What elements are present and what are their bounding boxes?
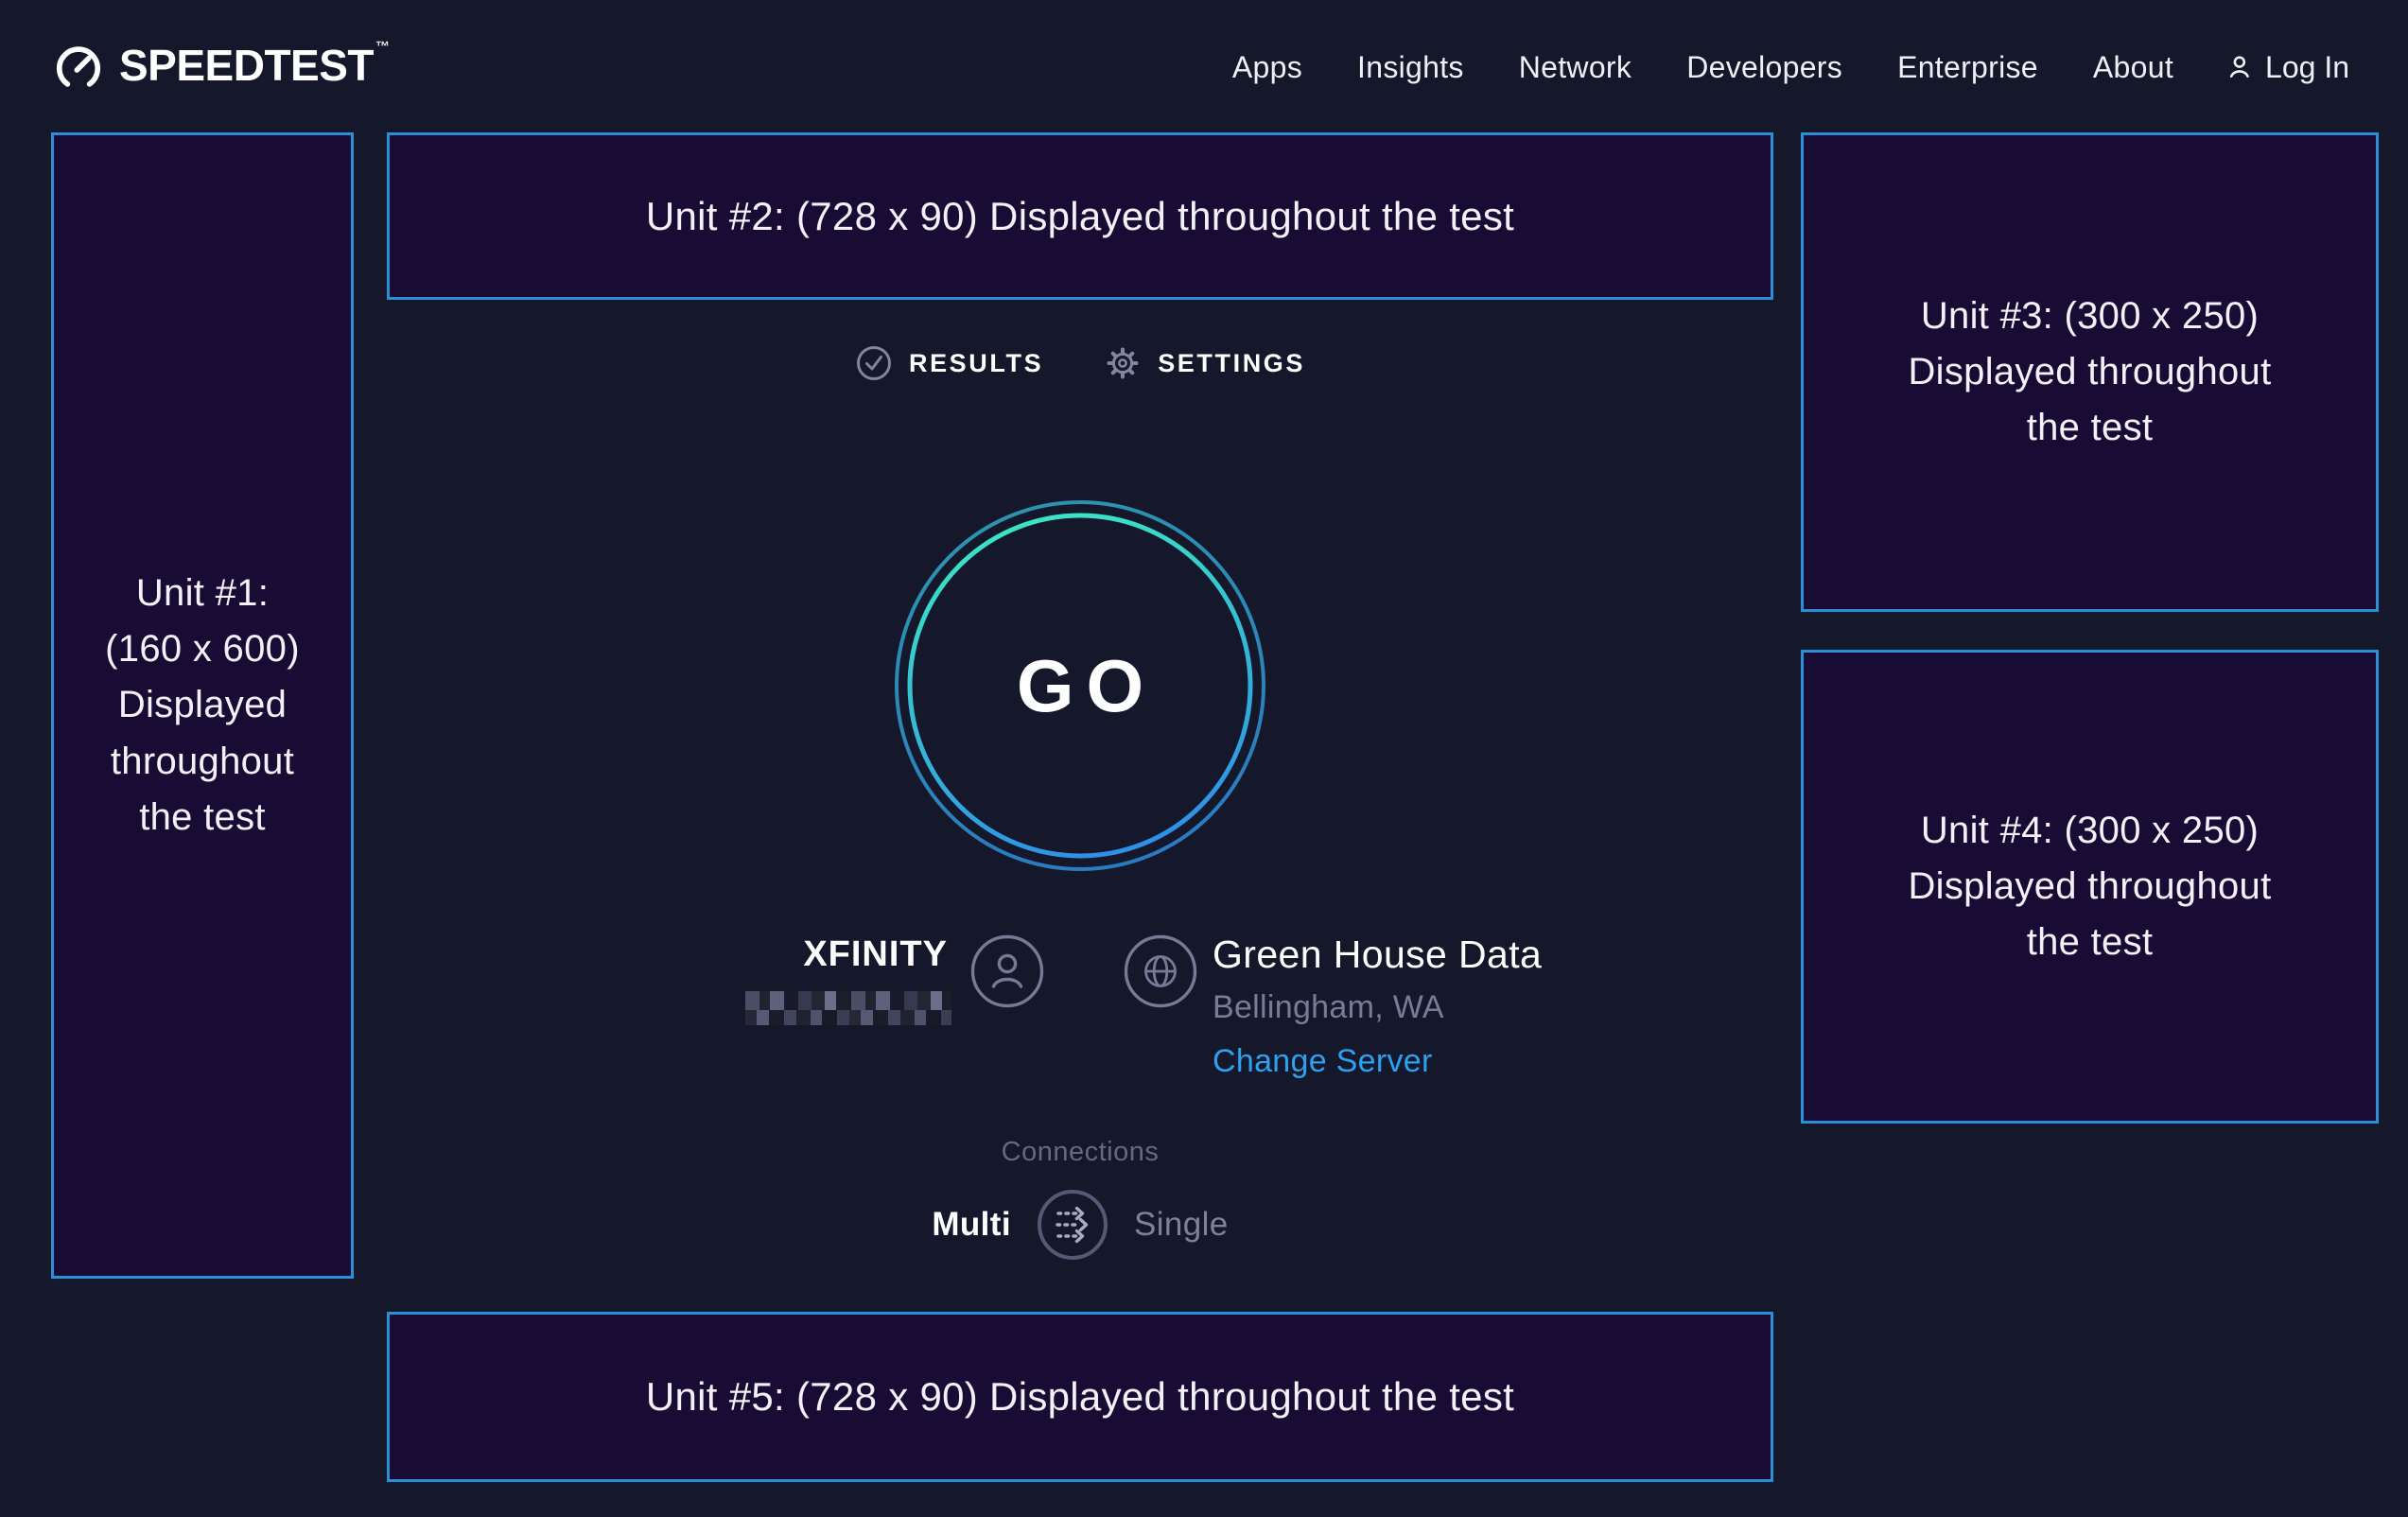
login-label: Log In bbox=[2265, 50, 2349, 85]
connections-single-option[interactable]: Single bbox=[1134, 1206, 1229, 1244]
check-circle-icon bbox=[855, 344, 893, 382]
person-icon bbox=[2228, 55, 2255, 79]
tab-results-label: RESULTS bbox=[909, 349, 1043, 378]
toolbar-tabs: RESULTS SETTINGS bbox=[387, 344, 1773, 382]
server-info: Green House Data Bellingham, WA Change S… bbox=[1213, 933, 1542, 1079]
ad-unit-5-leaderboard: Unit #5: (728 x 90) Displayed throughout… bbox=[387, 1312, 1773, 1482]
ad-unit-4-rectangle: Unit #4: (300 x 250) Displayed throughou… bbox=[1801, 650, 2379, 1124]
tab-results[interactable]: RESULTS bbox=[855, 344, 1043, 382]
ad-unit-5-text: Unit #5: (728 x 90) Displayed throughout… bbox=[646, 1374, 1514, 1420]
nav-item-developers[interactable]: Developers bbox=[1686, 49, 1842, 85]
login-button[interactable]: Log In bbox=[2228, 50, 2349, 85]
brand-name: SPEEDTEST™ bbox=[119, 44, 388, 87]
isp-ip-redacted bbox=[745, 991, 951, 1025]
connections-toggle-icon[interactable] bbox=[1036, 1188, 1109, 1262]
ad-unit-3-rectangle: Unit #3: (300 x 250) Displayed throughou… bbox=[1801, 132, 2379, 612]
ad-unit-1-skyscraper: Unit #1: (160 x 600) Displayed throughou… bbox=[51, 132, 354, 1279]
speedtest-page: SPEEDTEST™ Apps Insights Network Develop… bbox=[0, 0, 2408, 1517]
tab-settings-label: SETTINGS bbox=[1158, 349, 1305, 378]
ad-unit-2-leaderboard: Unit #2: (728 x 90) Displayed throughout… bbox=[387, 132, 1773, 300]
ad-unit-3-text: Unit #3: (300 x 250) Displayed throughou… bbox=[1908, 288, 2271, 457]
nav-item-about[interactable]: About bbox=[2093, 49, 2173, 85]
isp-user-icon bbox=[970, 934, 1044, 1008]
ad-unit-2-text: Unit #2: (728 x 90) Displayed throughout… bbox=[646, 194, 1514, 239]
ad-unit-1-text: Unit #1: (160 x 600) Displayed throughou… bbox=[105, 566, 300, 846]
gear-icon bbox=[1104, 344, 1142, 382]
connections-label: Connections bbox=[387, 1137, 1773, 1167]
trademark-mark: ™ bbox=[375, 39, 390, 55]
isp-name[interactable]: XFINITY bbox=[653, 934, 948, 975]
nav-item-apps[interactable]: Apps bbox=[1232, 49, 1302, 85]
connections-toggle-row: Multi Single bbox=[387, 1188, 1773, 1262]
speedtest-gauge-icon bbox=[53, 40, 104, 91]
tab-settings[interactable]: SETTINGS bbox=[1104, 344, 1305, 382]
server-globe-icon bbox=[1124, 934, 1197, 1008]
change-server-link[interactable]: Change Server bbox=[1213, 1043, 1433, 1079]
go-button-label: GO bbox=[891, 497, 1269, 875]
server-name: Green House Data bbox=[1213, 933, 1542, 976]
nav-item-insights[interactable]: Insights bbox=[1357, 49, 1464, 85]
nav-item-enterprise[interactable]: Enterprise bbox=[1897, 49, 2038, 85]
ad-unit-4-text: Unit #4: (300 x 250) Displayed throughou… bbox=[1908, 803, 2271, 971]
go-button[interactable]: GO bbox=[891, 497, 1269, 875]
server-location: Bellingham, WA bbox=[1213, 989, 1542, 1025]
connections-multi-option[interactable]: Multi bbox=[932, 1206, 1011, 1244]
connections-section: Connections Multi Single bbox=[387, 1137, 1773, 1262]
nav-item-network[interactable]: Network bbox=[1519, 49, 1632, 85]
main-nav: Apps Insights Network Developers Enterpr… bbox=[1232, 49, 2349, 85]
speedtest-logo[interactable]: SPEEDTEST™ bbox=[53, 40, 388, 91]
